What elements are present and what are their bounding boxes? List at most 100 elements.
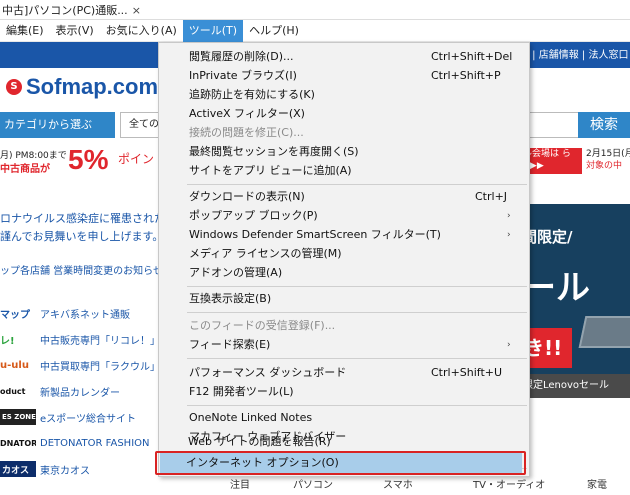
menu-item-shortcut: Ctrl+J: [475, 190, 508, 203]
browser-tab[interactable]: 中古]パソコン(PC)通販... ×: [0, 0, 150, 20]
menu-item-label: このフィードの受信登録(F)...: [189, 319, 336, 332]
menu-item-activex-filter[interactable]: ActiveX フィルター(X): [159, 104, 529, 124]
menu-separator: [187, 184, 527, 185]
promo-right-text: 対象の中: [586, 161, 623, 171]
site-item[interactable]: カオス 東京カオス: [0, 456, 170, 482]
menu-item-label: パフォーマンス ダッシュボード: [189, 366, 347, 379]
notice-line: ロナウイルス感染症に罹患された: [0, 212, 160, 225]
nav-featured[interactable]: 注目: [230, 476, 250, 491]
menu-item-onenote-linked-notes[interactable]: OneNote Linked Notes: [159, 408, 529, 428]
menu-help[interactable]: ヘルプ(H): [243, 20, 305, 42]
menu-item-popup-blocker[interactable]: ポップアップ ブロック(P) ›: [159, 206, 529, 226]
category-button[interactable]: カテゴリから選ぶ: [0, 112, 115, 138]
menu-item-label: メディア ライセンスの管理(M): [189, 247, 342, 260]
menu-item-f12-devtools[interactable]: F12 開発者ツール(L): [159, 382, 529, 402]
site-item[interactable]: レ! 中古販売専門「リコレ！」: [0, 326, 170, 352]
menu-item-label: OneNote Linked Notes: [189, 411, 313, 424]
promo-percent: 5%: [68, 144, 109, 175]
promo-right-date: 2月15日(月): [586, 149, 630, 159]
submenu-arrow-icon: ›: [507, 230, 511, 240]
menu-item-label: フィード探索(E): [189, 338, 271, 351]
menu-item-label: F12 開発者ツール(L): [189, 385, 294, 398]
search-button[interactable]: 検索: [578, 112, 630, 138]
menu-item-label: 最終閲覧セッションを再度開く(S): [189, 145, 359, 158]
menu-separator: [187, 405, 527, 406]
menu-item-report-website[interactable]: Web サイトの問題を報告(R): [158, 432, 530, 452]
menu-item-media-licenses[interactable]: メディア ライセンスの管理(M): [159, 244, 529, 264]
menu-item-subscribe-feed: このフィードの受信登録(F)...: [159, 316, 529, 336]
site-logo[interactable]: S Sofmap.com: [6, 74, 158, 100]
menu-item-performance-dashboard[interactable]: パフォーマンス ダッシュボード Ctrl+Shift+U: [159, 363, 529, 383]
menu-item-feed-discovery[interactable]: フィード探索(E) ›: [159, 335, 529, 355]
menu-item-label: 接続の問題を修正(C)...: [189, 126, 304, 139]
tab-bar: 中古]パソコン(PC)通販... ×: [0, 0, 630, 20]
menu-item-label: 閲覧履歴の削除(D)...: [189, 50, 294, 63]
submenu-arrow-icon: ›: [507, 340, 511, 350]
menu-item-label: Windows Defender SmartScreen フィルター(T): [189, 228, 441, 241]
menu-view[interactable]: 表示(V): [50, 20, 100, 42]
nav-appliances[interactable]: 家電: [587, 476, 607, 491]
menu-bar: 編集(E) 表示(V) お気に入り(A) ツール(T) ヘルプ(H): [0, 19, 630, 42]
menu-favorites[interactable]: お気に入り(A): [100, 20, 183, 42]
site-item[interactable]: マップ アキバ系ネット通販: [0, 300, 170, 326]
site-logo-icon: レ!: [0, 335, 15, 347]
menu-item-label: InPrivate ブラウズ(I): [189, 69, 297, 82]
site-name: DETONATOR FASHION: [40, 437, 150, 449]
logo-mark-icon: S: [6, 79, 22, 95]
logo-text: Sofmap.com: [26, 74, 159, 99]
nav-smartphone[interactable]: スマホ: [383, 476, 413, 491]
sale-banner[interactable]: 間限定/ ール き!!: [520, 204, 630, 374]
covid-notice[interactable]: ロナウイルス感染症に罹患された 謹んでお見舞いを申し上げます。: [0, 210, 160, 246]
menu-item-label: Web サイトの問題を報告(R): [188, 435, 331, 448]
menu-item-label: 互換表示設定(B): [189, 292, 272, 305]
site-name: eスポーツ総合サイト: [40, 413, 136, 425]
menu-item-label: ActiveX フィルター(X): [189, 107, 305, 120]
banner-line2: ール: [522, 268, 590, 308]
menu-item-shortcut: Ctrl+Shift+U: [431, 366, 503, 379]
menu-item-label: サイトをアプリ ビューに追加(A): [189, 164, 352, 177]
menu-tools[interactable]: ツール(T): [182, 19, 244, 42]
site-logo-icon: カオス: [0, 461, 36, 477]
store-hours-notice[interactable]: ップ各店舗 営業時間変更のお知らせ: [0, 262, 160, 277]
menu-item-tracking-protection[interactable]: 追跡防止を有効にする(K): [159, 85, 529, 105]
menu-item-fix-connection: 接続の問題を修正(C)...: [159, 123, 529, 143]
banner-caption[interactable]: 限定Lenovoセール: [520, 374, 630, 398]
site-item[interactable]: oduct 新製品カレンダー: [0, 378, 170, 404]
menu-edit[interactable]: 編集(E): [0, 20, 50, 42]
menu-item-downloads[interactable]: ダウンロードの表示(N) Ctrl+J: [159, 187, 529, 207]
tools-menu: 閲覧履歴の削除(D)... Ctrl+Shift+Del InPrivate ブ…: [158, 42, 530, 477]
menu-item-label: ダウンロードの表示(N): [189, 190, 305, 203]
menu-item-add-to-apps-view[interactable]: サイトをアプリ ビューに追加(A): [159, 161, 529, 181]
site-item[interactable]: ES ZONE eスポーツ総合サイト: [0, 404, 170, 430]
site-name: アキバ系ネット通販: [40, 309, 130, 321]
site-logo-icon: DNATOR: [0, 438, 36, 448]
menu-item-shortcut: Ctrl+Shift+Del: [431, 50, 513, 63]
site-item[interactable]: u-ulu 中古買取専門「ラクウル」: [0, 352, 170, 378]
menu-separator: [187, 358, 527, 359]
tab-title: 中古]パソコン(PC)通販...: [2, 4, 128, 17]
menu-item-inprivate[interactable]: InPrivate ブラウズ(I) Ctrl+Shift+P: [159, 66, 529, 86]
site-name: 中古買取専門「ラクウル」: [40, 361, 160, 373]
promo-subject: 中古商品が: [0, 164, 50, 175]
nav-tv-audio[interactable]: TV・オーディオ: [473, 476, 545, 491]
site-item[interactable]: DNATOR DETONATOR FASHION: [0, 430, 170, 456]
highlight-outline: [155, 451, 526, 475]
promo-banner[interactable]: 月) PM8:00まで 中古商品が 5% ポイン サービ: [0, 144, 194, 175]
site-name: 新製品カレンダー: [40, 387, 120, 399]
menu-item-delete-history[interactable]: 閲覧履歴の削除(D)... Ctrl+Shift+Del: [159, 47, 529, 67]
promo-right[interactable]: 2月15日(月) 対象の中: [586, 148, 630, 174]
menu-item-reopen-session[interactable]: 最終閲覧セッションを再度開く(S): [159, 142, 529, 162]
laptop-image: [578, 316, 630, 348]
site-logo-icon: ES ZONE: [0, 409, 36, 425]
menu-item-smartscreen[interactable]: Windows Defender SmartScreen フィルター(T) ›: [159, 225, 529, 245]
menu-item-manage-addons[interactable]: アドオンの管理(A): [159, 263, 529, 283]
submenu-arrow-icon: ›: [507, 211, 511, 221]
menu-separator: [187, 286, 527, 287]
menu-item-compat-view[interactable]: 互換表示設定(B): [159, 289, 529, 309]
site-top-links[interactable]: ト | 店舗情報 | 法人窓口: [515, 47, 630, 65]
menu-item-label: アドオンの管理(A): [189, 266, 283, 279]
site-name: 中古販売専門「リコレ！」: [40, 335, 160, 347]
nav-pc[interactable]: パソコン: [293, 476, 333, 491]
close-tab-icon[interactable]: ×: [132, 4, 141, 17]
menu-item-label: ポップアップ ブロック(P): [189, 209, 318, 222]
